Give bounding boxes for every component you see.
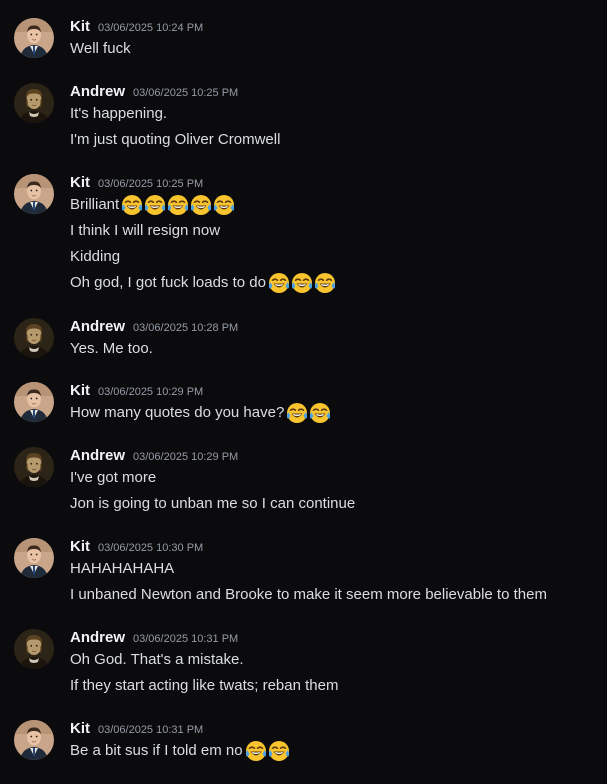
message-group: Kit 03/06/2025 10:29 PM How many quotes do… <box>0 382 607 426</box>
message-text: It's happening. <box>70 105 168 122</box>
message-text: Brilliant <box>70 196 120 213</box>
avatar[interactable] <box>14 18 54 58</box>
avatar[interactable] <box>14 447 54 487</box>
tears-of-joy-emoji-icon[interactable] <box>213 194 235 216</box>
message-group: Kit 03/06/2025 10:31 PM Be a bit sus if I … <box>0 720 607 764</box>
message-header: Kit 03/06/2025 10:25 PM <box>70 174 203 194</box>
username[interactable]: Andrew <box>70 318 125 335</box>
message-header: Andrew 03/06/2025 10:31 PM <box>70 629 238 649</box>
timestamp: 03/06/2025 10:24 PM <box>98 22 204 34</box>
message-header: Andrew 03/06/2025 10:25 PM <box>70 83 238 103</box>
message-group: Kit 03/06/2025 10:30 PM HAHAHAHAHA I unbane… <box>0 538 607 608</box>
username[interactable]: Kit <box>70 382 90 399</box>
message-header: Kit 03/06/2025 10:24 PM <box>70 18 203 38</box>
message-content: Yes. Me too. <box>70 338 153 360</box>
timestamp: 03/06/2025 10:29 PM <box>98 386 204 398</box>
tears-of-joy-emoji-icon[interactable] <box>190 194 212 216</box>
avatar[interactable] <box>14 318 54 358</box>
emoji-group <box>268 272 337 294</box>
message-text: How many quotes do you have? <box>70 404 285 421</box>
message-group: Andrew 03/06/2025 10:31 PM Oh God. That's … <box>0 629 607 699</box>
timestamp: 03/06/2025 10:25 PM <box>133 87 239 99</box>
message-group: Andrew 03/06/2025 10:25 PM It's happening.… <box>0 83 607 153</box>
timestamp: 03/06/2025 10:25 PM <box>98 178 204 190</box>
avatar[interactable] <box>14 382 54 422</box>
message-text: I unbaned Newton and Brooke to make it s… <box>70 586 547 603</box>
message-group: Andrew 03/06/2025 10:29 PM I've got more Jo… <box>0 447 607 517</box>
username[interactable]: Kit <box>70 538 90 555</box>
emoji-group <box>121 194 236 216</box>
message-text: I think I will resign now <box>70 222 221 239</box>
message-content: Oh God. That's a mistake. <box>70 649 244 671</box>
tears-of-joy-emoji-icon[interactable] <box>268 740 290 762</box>
message-content: Oh god, I got fuck loads to do <box>70 272 337 294</box>
message-content: I think I will resign now <box>70 220 220 242</box>
message-group: Kit 03/06/2025 10:25 PM Brilliant I think … <box>0 174 607 296</box>
message-header: Andrew 03/06/2025 10:29 PM <box>70 447 238 467</box>
message-header: Kit 03/06/2025 10:31 PM <box>70 720 203 740</box>
timestamp: 03/06/2025 10:29 PM <box>133 451 239 463</box>
message-content: It's happening. <box>70 103 167 125</box>
tears-of-joy-emoji-icon[interactable] <box>314 272 336 294</box>
message-content: Kidding <box>70 246 120 268</box>
message-text: Well fuck <box>70 40 131 57</box>
message-content: I unbaned Newton and Brooke to make it s… <box>70 584 547 606</box>
emoji-group <box>286 402 332 424</box>
message-text: If they start acting like twats; reban t… <box>70 677 339 694</box>
avatar[interactable] <box>14 83 54 123</box>
avatar[interactable] <box>14 538 54 578</box>
username[interactable]: Kit <box>70 174 90 191</box>
emoji-group <box>245 740 291 762</box>
tears-of-joy-emoji-icon[interactable] <box>268 272 290 294</box>
username[interactable]: Kit <box>70 18 90 35</box>
username[interactable]: Kit <box>70 720 90 737</box>
tears-of-joy-emoji-icon[interactable] <box>245 740 267 762</box>
message-content: Brilliant <box>70 194 236 216</box>
timestamp: 03/06/2025 10:28 PM <box>133 322 239 334</box>
message-text: Oh God. That's a mistake. <box>70 651 244 668</box>
message-text: HAHAHAHAHA <box>70 560 175 577</box>
message-content: I've got more <box>70 467 156 489</box>
username[interactable]: Andrew <box>70 629 125 646</box>
message-content: HAHAHAHAHA <box>70 558 174 580</box>
tears-of-joy-emoji-icon[interactable] <box>291 272 313 294</box>
message-text: I've got more <box>70 469 157 486</box>
timestamp: 03/06/2025 10:31 PM <box>98 724 204 736</box>
tears-of-joy-emoji-icon[interactable] <box>144 194 166 216</box>
message-group: Kit 03/06/2025 10:24 PM Well fuck <box>0 18 607 62</box>
tears-of-joy-emoji-icon[interactable] <box>121 194 143 216</box>
message-header: Kit 03/06/2025 10:29 PM <box>70 382 203 402</box>
tears-of-joy-emoji-icon[interactable] <box>167 194 189 216</box>
tears-of-joy-emoji-icon[interactable] <box>309 402 331 424</box>
message-text: Be a bit sus if I told em no <box>70 742 243 759</box>
timestamp: 03/06/2025 10:31 PM <box>133 633 239 645</box>
username[interactable]: Andrew <box>70 447 125 464</box>
avatar[interactable] <box>14 720 54 760</box>
message-content: How many quotes do you have? <box>70 402 332 424</box>
message-content: If they start acting like twats; reban t… <box>70 675 338 697</box>
timestamp: 03/06/2025 10:30 PM <box>98 542 204 554</box>
message-group: Andrew 03/06/2025 10:28 PM Yes. Me too. <box>0 318 607 362</box>
message-content: I'm just quoting Oliver Cromwell <box>70 129 280 151</box>
message-text: Kidding <box>70 248 121 265</box>
message-text: I'm just quoting Oliver Cromwell <box>70 131 281 148</box>
message-header: Andrew 03/06/2025 10:28 PM <box>70 318 238 338</box>
message-text: Yes. Me too. <box>70 340 153 357</box>
avatar[interactable] <box>14 629 54 669</box>
tears-of-joy-emoji-icon[interactable] <box>286 402 308 424</box>
message-header: Kit 03/06/2025 10:30 PM <box>70 538 203 558</box>
avatar[interactable] <box>14 174 54 214</box>
message-content: Be a bit sus if I told em no <box>70 740 291 762</box>
username[interactable]: Andrew <box>70 83 125 100</box>
message-content: Well fuck <box>70 38 131 60</box>
message-text: Jon is going to unban me so I can contin… <box>70 495 356 512</box>
message-content: Jon is going to unban me so I can contin… <box>70 493 355 515</box>
message-text: Oh god, I got fuck loads to do <box>70 274 266 291</box>
